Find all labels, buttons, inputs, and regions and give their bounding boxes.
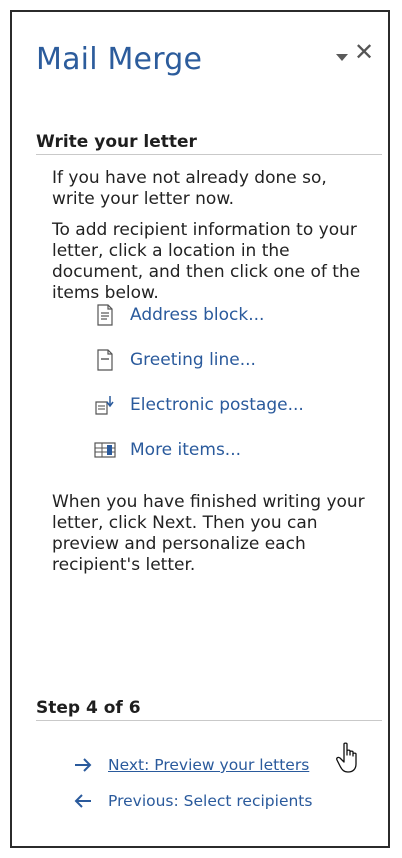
address-block-icon (97, 304, 113, 326)
mail-merge-pane: Mail Merge ✕ Write your letter If you ha… (10, 10, 390, 848)
section-heading: Write your letter (36, 132, 197, 152)
electronic-postage-link[interactable]: Electronic postage... (94, 392, 304, 418)
address-block-label: Address block... (130, 305, 265, 325)
step-indicator: Step 4 of 6 (36, 698, 141, 718)
electronic-postage-icon (95, 396, 114, 415)
pane-title: Mail Merge (36, 42, 203, 77)
electronic-postage-label: Electronic postage... (130, 395, 304, 415)
previous-step-label: Previous: Select recipients (108, 792, 313, 810)
section-divider (36, 154, 382, 155)
previous-step-link[interactable]: Previous: Select recipients (74, 788, 312, 814)
arrow-left-icon (74, 794, 91, 808)
greeting-line-link[interactable]: Greeting line... (94, 347, 256, 373)
instruction-text-1: If you have not already done so, write y… (52, 168, 327, 209)
instruction-text-3: When you have finished writing your lett… (52, 492, 365, 575)
greeting-line-icon (97, 349, 113, 371)
more-items-icon (94, 442, 116, 458)
next-step-label: Next: Preview your letters (108, 756, 310, 774)
more-items-label: More items... (130, 440, 242, 460)
more-items-link[interactable]: More items... (94, 437, 241, 463)
step-divider (36, 720, 382, 721)
hand-cursor-icon (336, 742, 357, 773)
dropdown-caret-icon[interactable] (336, 54, 348, 61)
greeting-line-label: Greeting line... (130, 350, 256, 370)
arrow-right-icon (75, 758, 92, 772)
address-block-link[interactable]: Address block... (94, 302, 264, 328)
close-icon[interactable]: ✕ (354, 40, 374, 64)
next-step-link[interactable]: Next: Preview your letters (74, 752, 309, 778)
instruction-text-2: To add recipient information to your let… (52, 220, 361, 303)
